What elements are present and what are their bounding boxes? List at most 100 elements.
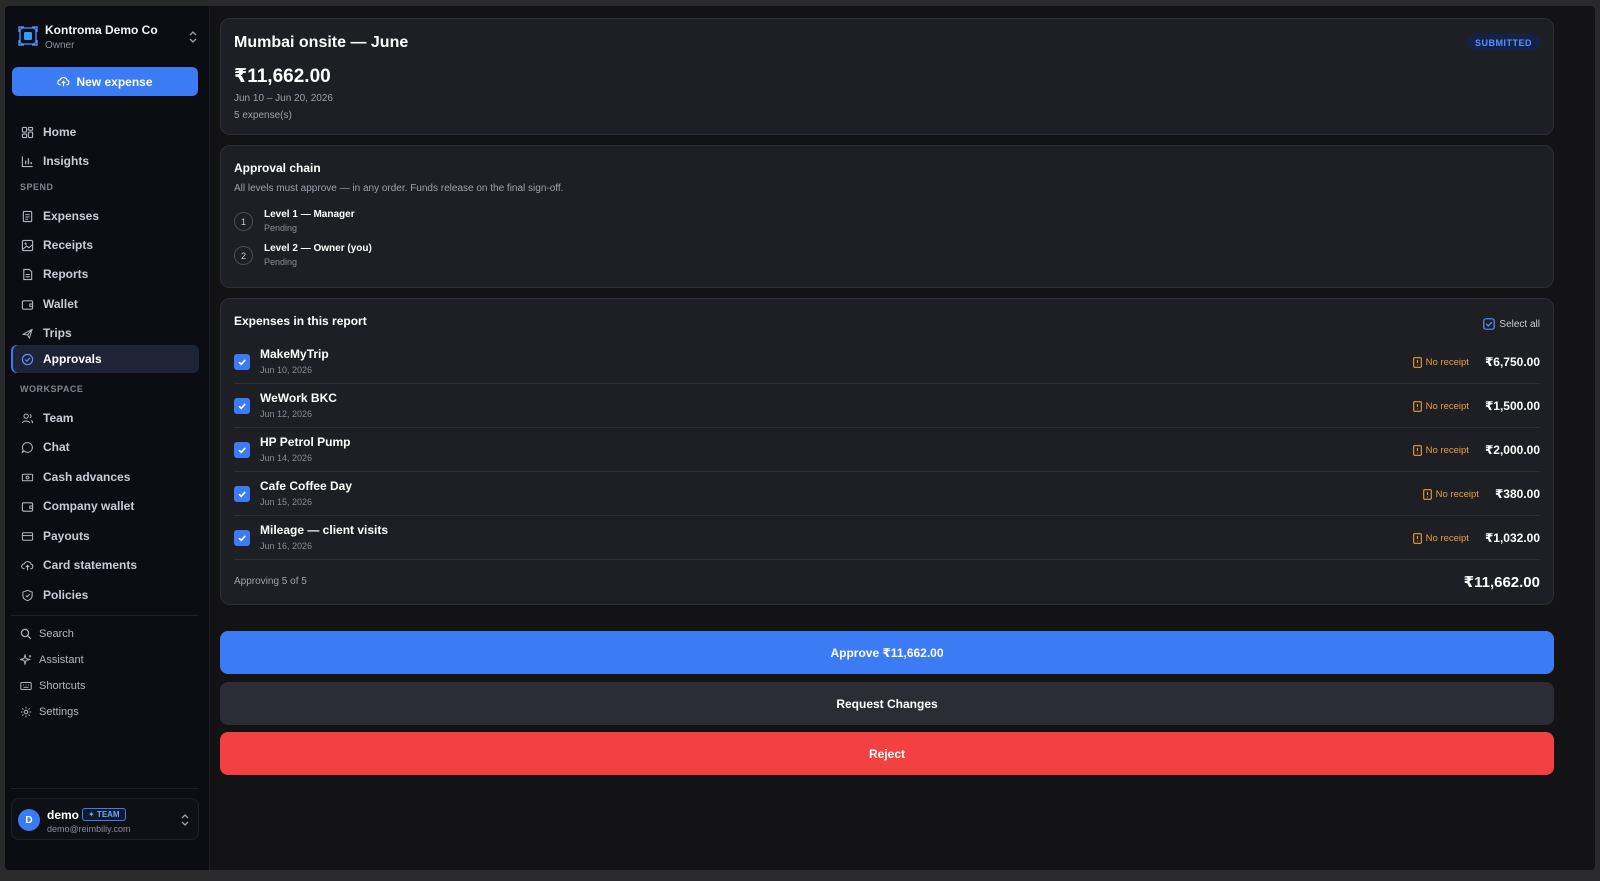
level-number: 1 [234, 212, 253, 231]
expense-date: Jun 12, 2026 [260, 409, 313, 419]
nav-card-statements[interactable]: Card statements [11, 551, 199, 579]
report-icon [23, 268, 33, 280]
nav-chat[interactable]: Chat [11, 433, 199, 461]
no-receipt-label: No receipt [1425, 444, 1469, 456]
expenses-card: Expenses in this report Select all MakeM… [220, 298, 1554, 605]
approval-chain-subtitle: All levels must approve — in any order. … [234, 183, 564, 194]
approval-chain-card: Approval chain All levels must approve —… [220, 145, 1554, 288]
nav-reports[interactable]: Reports [11, 260, 199, 288]
nav-team[interactable]: Team [11, 404, 199, 432]
nav-insights-label: Insights [43, 154, 90, 168]
nav-expenses-label: Expenses [43, 209, 100, 223]
nav-chat-label: Chat [43, 440, 70, 454]
user-menu[interactable]: D demo ✦ TEAM demo@reimbiliy.com [11, 798, 199, 840]
cash-icon [21, 473, 34, 481]
expenses-title: Expenses in this report [234, 314, 367, 328]
expense-date: Jun 10, 2026 [260, 365, 313, 375]
user-name: demo [47, 808, 80, 822]
status-badge: SUBMITTED [1467, 34, 1540, 51]
reject-button[interactable]: Reject [220, 732, 1554, 775]
util-settings-label: Settings [39, 706, 79, 718]
expense-checkbox[interactable] [234, 398, 250, 414]
receipt-warning-icon [1412, 532, 1422, 544]
nav-reports-label: Reports [43, 267, 89, 281]
wallet-icon [21, 501, 34, 512]
expense-row[interactable]: Mileage — client visits Jun 16, 2026 No re… [234, 516, 1540, 560]
no-receipt-flag: No receipt [1422, 488, 1479, 500]
app-window: Kontroma Demo Co Owner New expense Home … [5, 6, 1595, 870]
nav-policies[interactable]: Policies [11, 581, 199, 609]
expense-row[interactable]: WeWork BKC Jun 12, 2026 No receipt ₹1,500.0… [234, 384, 1540, 428]
nav-cash-advances[interactable]: Cash advances [11, 463, 199, 491]
grid-icon [21, 126, 34, 138]
approve-button[interactable]: Approve ₹11,662.00 [220, 631, 1554, 674]
nav-payouts[interactable]: Payouts [11, 522, 199, 550]
expense-date: Jun 14, 2026 [260, 453, 313, 463]
sidebar-divider [11, 615, 199, 616]
expense-row[interactable]: MakeMyTrip Jun 10, 2026 No receipt ₹6,750.0… [234, 340, 1540, 384]
check-icon [238, 491, 246, 498]
no-receipt-flag: No receipt [1412, 532, 1469, 544]
nav-expenses[interactable]: Expenses [11, 202, 199, 230]
nav-trips[interactable]: Trips [11, 319, 199, 347]
org-switcher[interactable]: Kontroma Demo Co Owner [18, 22, 200, 56]
expense-amount: ₹2,000.00 [1484, 443, 1540, 457]
nav-card-statements-label: Card statements [43, 558, 138, 572]
bar-chart-icon [21, 155, 33, 167]
expense-right: No receipt ₹6,750.00 [1412, 355, 1540, 369]
nav-policies-label: Policies [43, 588, 89, 602]
receipt-warning-icon [1412, 356, 1422, 368]
expense-amount: ₹1,032.00 [1484, 531, 1540, 545]
expense-checkbox[interactable] [234, 442, 250, 458]
report-expense-count: 5 expense(s) [234, 110, 292, 121]
document-icon [22, 210, 33, 222]
expense-date: Jun 15, 2026 [260, 497, 313, 507]
util-shortcuts[interactable]: Shortcuts [20, 680, 85, 692]
expense-merchant: Mileage — client visits [260, 523, 389, 537]
nav-receipts[interactable]: Receipts [11, 231, 199, 259]
expense-checkbox[interactable] [234, 486, 250, 502]
expense-row[interactable]: HP Petrol Pump Jun 14, 2026 No receipt ₹2,0… [234, 428, 1540, 472]
expense-checkbox[interactable] [234, 530, 250, 546]
nav-approvals[interactable]: Approvals [11, 345, 199, 373]
util-assistant[interactable]: Assistant [20, 654, 84, 666]
util-settings[interactable]: Settings [20, 706, 79, 718]
expense-amount: ₹380.00 [1494, 487, 1540, 501]
approval-chain-title: Approval chain [234, 161, 321, 175]
avatar: D [18, 809, 40, 831]
nav-approvals-label: Approvals [43, 352, 102, 366]
no-receipt-flag: No receipt [1412, 356, 1469, 368]
nav-payouts-label: Payouts [43, 529, 90, 543]
org-role: Owner [45, 40, 75, 51]
util-search[interactable]: Search [20, 628, 74, 640]
sidebar-divider [11, 788, 199, 789]
expense-row[interactable]: Cafe Coffee Day Jun 15, 2026 No receipt ₹38… [234, 472, 1540, 516]
chat-icon [21, 441, 33, 454]
plane-icon [22, 328, 33, 339]
user-email: demo@reimbiliy.com [47, 824, 131, 834]
new-expense-button[interactable]: New expense [12, 67, 198, 96]
nav-wallet[interactable]: Wallet [11, 290, 199, 318]
no-receipt-label: No receipt [1435, 488, 1479, 500]
util-shortcuts-label: Shortcuts [39, 680, 86, 692]
expense-amount: ₹6,750.00 [1484, 355, 1540, 369]
nav-company-wallet[interactable]: Company wallet [11, 492, 199, 520]
check-icon [238, 403, 246, 410]
gear-icon [20, 706, 32, 718]
nav-home[interactable]: Home [11, 118, 199, 146]
nav-insights[interactable]: Insights [11, 147, 199, 175]
level-number: 2 [234, 246, 253, 265]
approval-total: ₹11,662.00 [1463, 574, 1540, 591]
report-amount: ₹11,662.00 [234, 66, 331, 87]
level-status: Pending [264, 257, 298, 267]
users-icon [21, 413, 34, 423]
nav-company-wallet-label: Company wallet [43, 499, 135, 513]
report-summary-card: Mumbai onsite — June SUBMITTED ₹11,662.0… [220, 18, 1554, 135]
page-title: Mumbai onsite — June [234, 34, 409, 51]
expense-checkbox[interactable] [234, 354, 250, 370]
receipt-warning-icon [1412, 444, 1422, 456]
request-changes-button[interactable]: Request Changes [220, 682, 1554, 725]
expense-right: No receipt ₹380.00 [1422, 487, 1540, 501]
select-all-toggle[interactable]: Select all [1483, 318, 1540, 330]
expense-date: Jun 16, 2026 [260, 541, 313, 551]
